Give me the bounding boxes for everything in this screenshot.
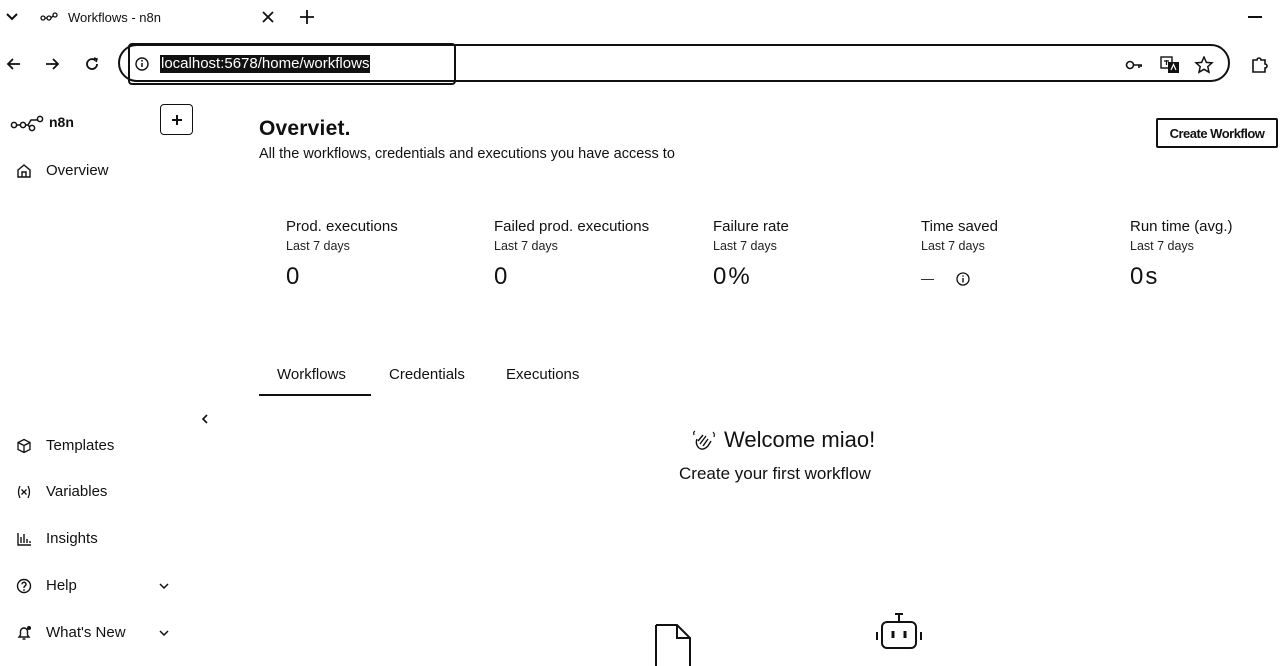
create-workflow-button[interactable]: Create Workflow <box>1156 118 1278 148</box>
stat-period: Last 7 days <box>713 239 777 253</box>
stat-title: Prod. executions <box>286 218 398 235</box>
welcome-text: Welcome miao! <box>724 427 876 452</box>
sidebar-item-help[interactable]: Help <box>14 573 184 599</box>
sidebar-item-label: Insights <box>46 530 98 547</box>
content-tabs: Workflows Credentials Executions <box>259 366 619 398</box>
waving-hand-icon <box>693 430 715 450</box>
sidebar-item-label: Templates <box>46 437 115 454</box>
browser-toolbar: localhost:5678/home/workflows <box>0 36 1280 92</box>
page-title: Overviet. <box>259 117 351 140</box>
stat-failure-rate[interactable]: Failure rate Last 7 days 0% <box>713 218 913 291</box>
stat-value: — <box>921 271 934 286</box>
forward-arrow-icon[interactable] <box>42 54 62 74</box>
variable-icon <box>17 485 31 499</box>
translate-icon[interactable] <box>1160 56 1180 74</box>
tab-workflows[interactable]: Workflows <box>277 366 346 383</box>
stat-period: Last 7 days <box>1130 239 1194 253</box>
browser-tab[interactable]: Workflows - n8n <box>28 0 286 36</box>
chevron-left-icon <box>201 414 208 424</box>
stat-title: Time saved <box>921 218 998 235</box>
stat-failed-prod-executions[interactable]: Failed prod. executions Last 7 days 0 <box>494 218 694 291</box>
sidebar-item-whats-new[interactable]: What's New <box>14 620 184 646</box>
stat-value-row: — <box>921 271 1121 286</box>
minimize-window-button[interactable] <box>1248 16 1262 18</box>
home-icon <box>17 164 31 178</box>
help-icon <box>16 578 32 594</box>
box-icon <box>17 438 31 454</box>
stat-title: Run time (avg.) <box>1130 218 1233 235</box>
stat-value: 0 <box>494 263 510 290</box>
stat-period: Last 7 days <box>286 239 350 253</box>
add-button[interactable] <box>160 104 193 135</box>
bar-chart-icon <box>17 533 31 546</box>
n8n-logo-icon <box>10 115 44 132</box>
tab-list-chevron-icon[interactable] <box>4 8 20 26</box>
stat-value: 0% <box>713 263 752 290</box>
welcome-subtitle: Create your first workflow <box>679 464 871 483</box>
tab-executions[interactable]: Executions <box>506 366 579 383</box>
sidebar-item-label: Variables <box>46 483 108 500</box>
collapse-sidebar-button[interactable] <box>200 412 210 426</box>
browser-tab-bar: Workflows - n8n <box>0 0 1280 36</box>
tab-title: Workflows - n8n <box>68 10 161 25</box>
bookmark-star-icon[interactable] <box>1194 56 1214 74</box>
reload-icon[interactable] <box>82 54 102 74</box>
sidebar-item-label: Overview <box>46 162 109 179</box>
new-tab-plus-icon[interactable] <box>298 8 316 26</box>
file-icon[interactable] <box>653 622 693 666</box>
n8n-favicon-icon <box>40 12 58 21</box>
sidebar-item-variables[interactable]: Variables <box>14 479 184 505</box>
sidebar-item-label: Help <box>46 577 77 594</box>
active-tab-indicator <box>259 394 371 396</box>
welcome-heading: Welcome miao! <box>692 427 875 453</box>
stat-value: 0 <box>286 263 302 290</box>
back-arrow-icon[interactable] <box>4 54 24 74</box>
stat-run-time[interactable]: Run time (avg.) Last 7 days 0s <box>1130 218 1275 291</box>
extensions-puzzle-icon[interactable] <box>1250 54 1270 74</box>
sidebar: n8n Overview Templates Variables Insight… <box>0 92 210 666</box>
logo-text: n8n <box>49 114 74 130</box>
robot-icon[interactable] <box>876 612 922 652</box>
chevron-down-icon <box>159 630 169 637</box>
key-icon[interactable] <box>1124 56 1144 74</box>
page-subtitle: All the workflows, credentials and execu… <box>259 146 675 162</box>
sidebar-item-label: What's New <box>46 624 126 641</box>
chevron-down-icon <box>159 583 169 590</box>
url-text[interactable]: localhost:5678/home/workflows <box>160 55 371 73</box>
close-icon[interactable] <box>260 9 276 25</box>
stat-period: Last 7 days <box>921 239 985 253</box>
stat-title: Failed prod. executions <box>494 218 650 235</box>
url-highlight-box: localhost:5678/home/workflows <box>128 43 456 85</box>
bell-icon <box>17 626 31 640</box>
sidebar-item-templates[interactable]: Templates <box>14 433 184 459</box>
stat-time-saved[interactable]: Time saved Last 7 days — <box>921 218 1121 286</box>
tab-credentials[interactable]: Credentials <box>389 366 465 383</box>
stat-value: 0s <box>1130 263 1160 290</box>
info-icon[interactable] <box>956 271 970 286</box>
stat-prod-executions[interactable]: Prod. executions Last 7 days 0 <box>286 218 486 291</box>
sidebar-item-insights[interactable]: Insights <box>14 526 184 552</box>
stat-period: Last 7 days <box>494 239 558 253</box>
stat-title: Failure rate <box>713 218 789 235</box>
sidebar-item-overview[interactable]: Overview <box>14 158 184 184</box>
